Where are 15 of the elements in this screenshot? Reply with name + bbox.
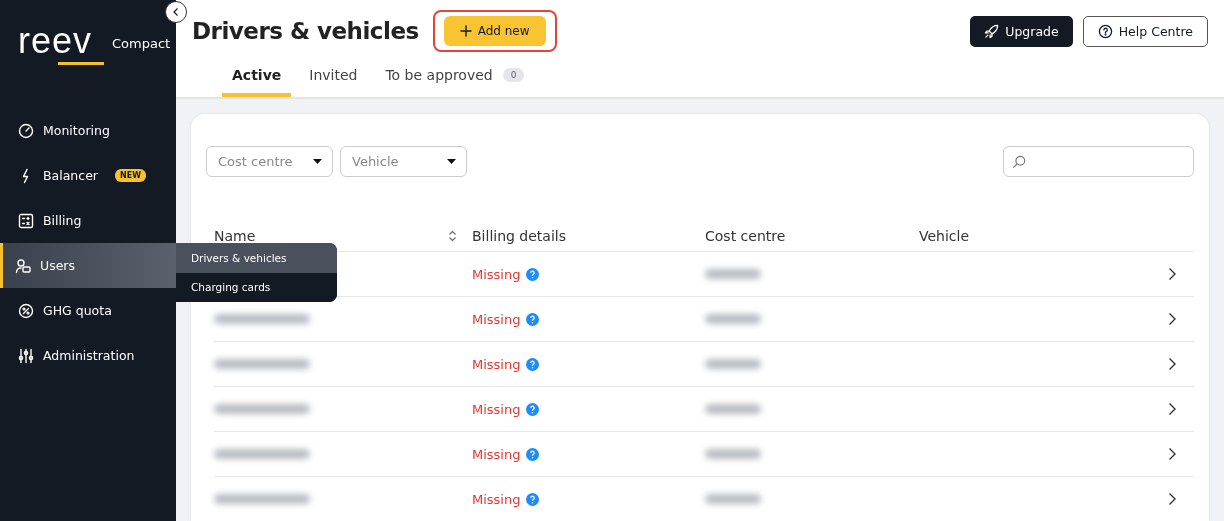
- billing-status: Missing: [472, 401, 705, 417]
- billing-status: Missing: [472, 491, 705, 507]
- page-title: Drivers & vehicles: [192, 18, 419, 44]
- edition-label: Compact: [112, 36, 171, 51]
- billing-status: Missing: [472, 446, 705, 462]
- billing-status: Missing: [472, 356, 705, 372]
- count-badge: 0: [502, 68, 525, 82]
- column-header: Billing details: [472, 228, 567, 244]
- logo: reev: [18, 20, 93, 61]
- column-header: Name: [214, 228, 257, 244]
- column-header: Cost centre: [705, 228, 787, 244]
- billing-status: Missing: [472, 266, 705, 282]
- billing-status: Missing: [472, 311, 705, 327]
- column-header: Vehicle: [919, 228, 971, 244]
- new-badge: NEW: [115, 169, 146, 182]
